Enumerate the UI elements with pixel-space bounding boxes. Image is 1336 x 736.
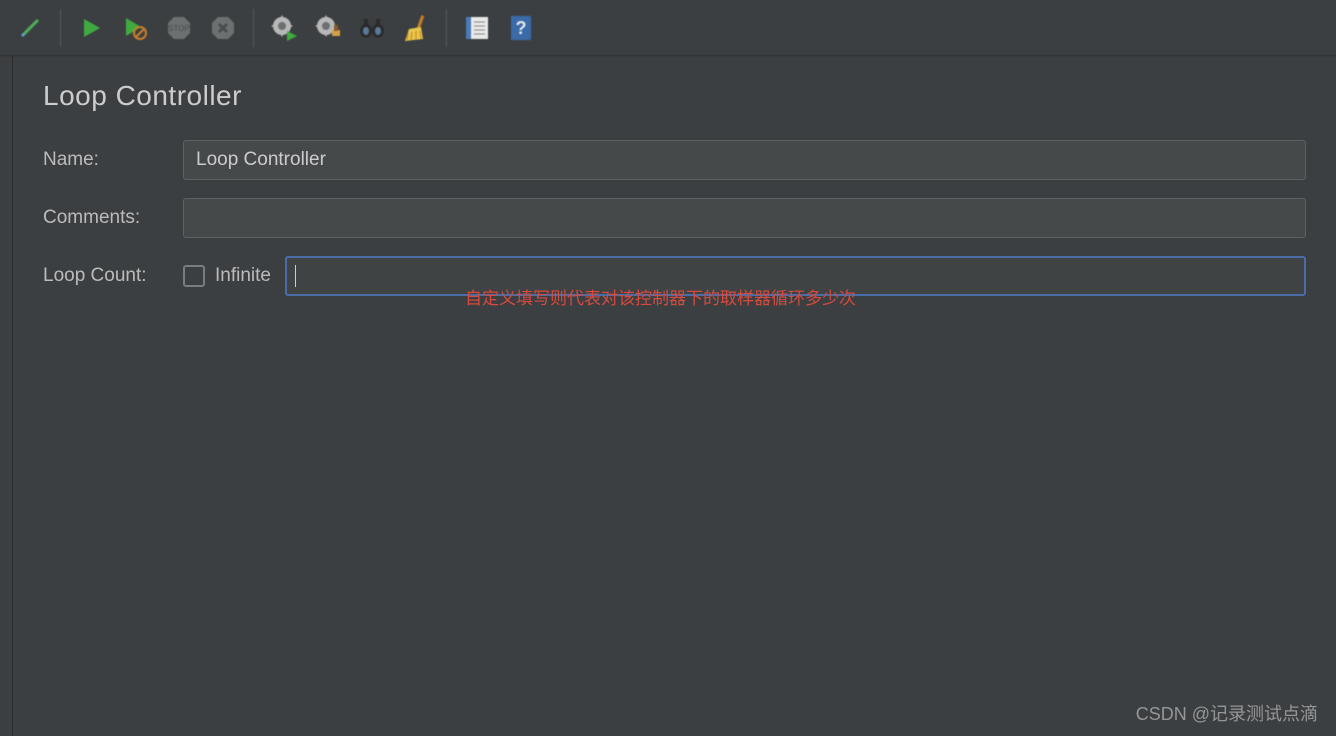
run-icon[interactable]: [71, 8, 111, 48]
loop-count-input-wrap: [285, 256, 1306, 296]
svg-text:STOP: STOP: [168, 24, 190, 33]
comments-label: Comments:: [43, 207, 183, 229]
infinite-label: Infinite: [215, 265, 271, 287]
shutdown-icon[interactable]: [203, 8, 243, 48]
name-row: Name:: [43, 140, 1306, 180]
run-no-pause-icon[interactable]: [115, 8, 155, 48]
broom-icon[interactable]: [396, 8, 436, 48]
gear-brush-icon[interactable]: [308, 8, 348, 48]
comments-input[interactable]: [183, 198, 1306, 238]
name-input[interactable]: [183, 140, 1306, 180]
svg-text:?: ?: [516, 18, 527, 38]
binoculars-icon[interactable]: [352, 8, 392, 48]
text-cursor: [295, 265, 296, 287]
toolbar-separator: [446, 9, 447, 47]
loop-count-input[interactable]: [285, 256, 1306, 296]
loop-count-row: Loop Count: Infinite: [43, 256, 1306, 296]
edit-icon[interactable]: [10, 8, 50, 48]
loop-count-label: Loop Count:: [43, 265, 183, 287]
toolbar: STOP ?: [0, 0, 1336, 56]
toolbar-separator: [253, 9, 254, 47]
stop-icon[interactable]: STOP: [159, 8, 199, 48]
notes-icon[interactable]: [457, 8, 497, 48]
infinite-checkbox[interactable]: [183, 265, 205, 287]
gear-run-icon[interactable]: [264, 8, 304, 48]
help-icon[interactable]: ?: [501, 8, 541, 48]
page-title: Loop Controller: [43, 80, 1306, 112]
toolbar-separator: [60, 9, 61, 47]
name-label: Name:: [43, 149, 183, 171]
comments-row: Comments:: [43, 198, 1306, 238]
panel-content: Loop Controller Name: Comments: Loop Cou…: [12, 56, 1336, 736]
